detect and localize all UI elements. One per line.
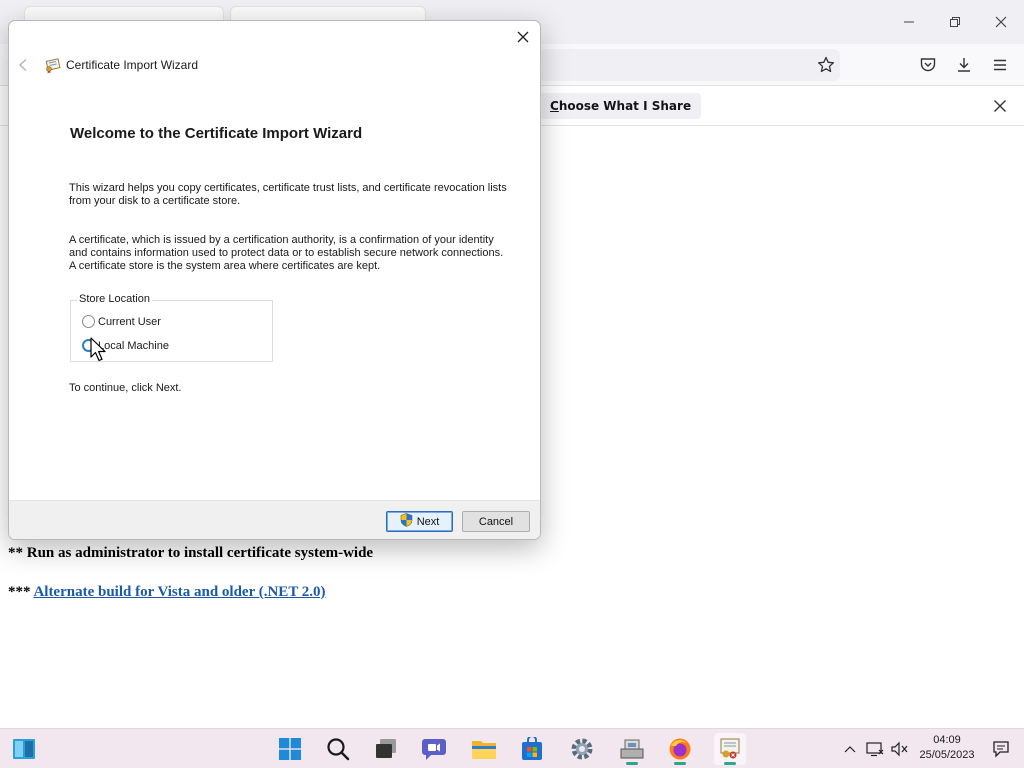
certificate-description-paragraph: A certificate, which is issued by a cert… <box>69 234 504 272</box>
widgets-icon[interactable] <box>8 733 40 765</box>
wizard-heading: Welcome to the Certificate Import Wizard <box>70 125 363 142</box>
radio-button[interactable] <box>82 339 95 352</box>
certificate-manager-icon[interactable] <box>714 733 746 765</box>
system-clock[interactable]: 04:09 25/05/2023 <box>914 733 980 763</box>
admin-note: ** Run as administrator to install certi… <box>8 545 374 561</box>
running-indicator <box>674 762 686 765</box>
dialog-footer: Next Cancel <box>9 500 540 539</box>
firefox-icon[interactable] <box>664 733 696 765</box>
clock-date: 25/05/2023 <box>919 749 975 761</box>
restore-icon[interactable] <box>943 10 967 34</box>
running-indicator <box>626 762 638 765</box>
speaker-muted-icon[interactable] <box>888 733 912 765</box>
url-bar[interactable] <box>540 49 840 81</box>
close-icon[interactable] <box>988 94 1012 118</box>
store-location-legend: Store Location <box>77 293 152 305</box>
close-icon[interactable] <box>511 25 535 49</box>
radio-button[interactable] <box>82 315 95 328</box>
taskbar: 04:09 25/05/2023 <box>0 728 1024 768</box>
radio-current-user[interactable]: Current User <box>82 315 161 328</box>
chevron-up-icon[interactable] <box>838 733 862 765</box>
settings-gear-icon[interactable] <box>566 733 598 765</box>
radio-local-machine[interactable]: Local Machine <box>82 339 169 352</box>
minimize-icon[interactable] <box>897 10 921 34</box>
choose-what-i-share-button[interactable]: Choose What I Share <box>540 93 702 119</box>
installer-app-icon[interactable] <box>616 733 648 765</box>
file-explorer-icon[interactable] <box>468 733 500 765</box>
share-button-accesskey: C <box>550 99 559 113</box>
next-button-label: Next <box>416 515 440 528</box>
dialog-title: Certificate Import Wizard <box>66 58 199 72</box>
certificate-icon <box>44 56 62 74</box>
windows-start-icon[interactable] <box>274 733 306 765</box>
running-indicator <box>724 762 736 765</box>
search-icon[interactable] <box>322 733 354 765</box>
download-icon[interactable] <box>952 53 976 77</box>
wizard-intro-paragraph: This wizard helps you copy certificates,… <box>69 182 507 207</box>
uac-shield-icon <box>400 513 413 530</box>
network-icon[interactable] <box>863 733 887 765</box>
chat-icon[interactable] <box>418 733 450 765</box>
clock-time: 04:09 <box>933 734 961 746</box>
task-view-icon[interactable] <box>370 733 402 765</box>
store-location-group: Store Location Current User Local Machin… <box>70 293 273 362</box>
notifications-icon[interactable] <box>988 733 1014 765</box>
cancel-button-label: Cancel <box>478 515 514 528</box>
certificate-import-wizard-dialog: Certificate Import Wizard Welcome to the… <box>8 20 541 540</box>
alternate-build-line: *** Alternate build for Vista and older … <box>8 584 326 601</box>
radio-label: Current User <box>98 315 161 328</box>
share-button-label: hoose What I Share <box>558 99 692 113</box>
next-button[interactable]: Next <box>386 511 453 532</box>
menu-icon[interactable] <box>988 53 1012 77</box>
star-bookmark-icon[interactable] <box>814 53 838 77</box>
continue-instruction: To continue, click Next. <box>69 382 182 394</box>
radio-label: Local Machine <box>98 339 169 352</box>
microsoft-store-icon[interactable] <box>516 733 548 765</box>
back-arrow-icon[interactable] <box>15 57 31 73</box>
close-window-icon[interactable] <box>989 10 1013 34</box>
alternate-build-link[interactable]: Alternate build for Vista and older (.NE… <box>33 584 325 600</box>
cancel-button[interactable]: Cancel <box>462 511 530 532</box>
alternate-build-prefix: *** <box>8 584 34 600</box>
pocket-icon[interactable] <box>916 53 940 77</box>
